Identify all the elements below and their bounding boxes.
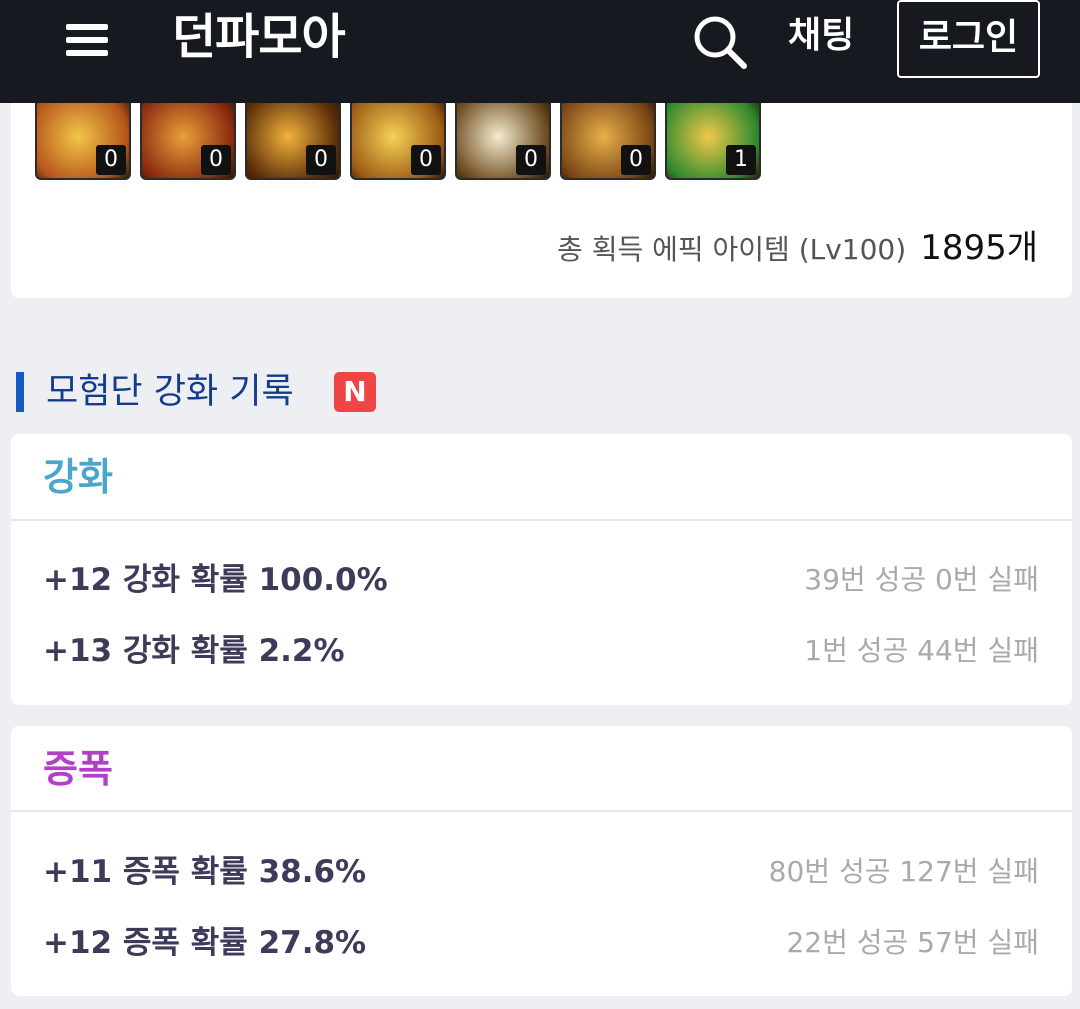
record-row: +11 증폭 확률 38.6% 80번 성공 127번 실패 bbox=[43, 848, 1039, 896]
epic-item-count: 0 bbox=[516, 145, 546, 175]
record-stats: 39번 성공 0번 실패 bbox=[804, 563, 1039, 596]
epic-total-label: 총 획득 에픽 아이템 (Lv100) bbox=[557, 233, 907, 266]
card-divider bbox=[11, 810, 1072, 812]
epic-total-value: 1895개 bbox=[920, 228, 1038, 268]
enhance-record-card: 강화 +12 강화 확률 100.0% 39번 성공 0번 실패 +13 강화 … bbox=[11, 434, 1072, 705]
amplify-record-card: 증폭 +11 증폭 확률 38.6% 80번 성공 127번 실패 +12 증폭… bbox=[11, 726, 1072, 996]
enhance-card-title: 강화 bbox=[43, 455, 113, 499]
new-badge: N bbox=[334, 372, 376, 412]
epic-item-slot[interactable]: 0 bbox=[455, 103, 551, 180]
section-title: 모험단 강화 기록 bbox=[46, 372, 294, 412]
record-stats: 1번 성공 44번 실패 bbox=[804, 634, 1039, 667]
epic-item-slot[interactable]: 1 bbox=[665, 103, 761, 180]
epic-item-count: 1 bbox=[726, 145, 756, 175]
epic-item-count: 0 bbox=[96, 145, 126, 175]
search-icon[interactable] bbox=[690, 12, 748, 70]
record-label: +12 강화 확률 100.0% bbox=[43, 562, 388, 598]
record-row: +12 증폭 확률 27.8% 22번 성공 57번 실패 bbox=[43, 919, 1039, 967]
chat-link[interactable]: 채팅 bbox=[788, 10, 854, 62]
record-label: +11 증폭 확률 38.6% bbox=[43, 854, 367, 890]
hamburger-menu-icon[interactable] bbox=[66, 22, 110, 58]
card-divider bbox=[11, 519, 1072, 521]
epic-item-slot[interactable]: 0 bbox=[35, 103, 131, 180]
section-accent-bar bbox=[16, 372, 24, 412]
amplify-card-title: 증폭 bbox=[43, 747, 113, 791]
record-row: +12 강화 확률 100.0% 39번 성공 0번 실패 bbox=[43, 556, 1039, 604]
record-label: +13 강화 확률 2.2% bbox=[43, 633, 345, 669]
epic-item-count: 0 bbox=[201, 145, 231, 175]
epic-item-slot[interactable]: 0 bbox=[560, 103, 656, 180]
record-label: +12 증폭 확률 27.8% bbox=[43, 925, 367, 961]
top-navigation-bar: 던파모아 채팅 로그인 bbox=[0, 0, 1080, 103]
epic-item-slot[interactable]: 0 bbox=[245, 103, 341, 180]
epic-item-count: 0 bbox=[411, 145, 441, 175]
login-button[interactable]: 로그인 bbox=[897, 0, 1040, 78]
record-row: +13 강화 확률 2.2% 1번 성공 44번 실패 bbox=[43, 627, 1039, 675]
epic-total: 총 획득 에픽 아이템 (Lv100) 1895개 bbox=[557, 223, 1038, 279]
site-title[interactable]: 던파모아 bbox=[172, 6, 346, 68]
epic-item-slot[interactable]: 0 bbox=[350, 103, 446, 180]
epic-item-slot[interactable]: 0 bbox=[140, 103, 236, 180]
epic-item-count: 0 bbox=[306, 145, 336, 175]
epic-item-count: 0 bbox=[621, 145, 651, 175]
record-stats: 22번 성공 57번 실패 bbox=[786, 926, 1039, 959]
record-stats: 80번 성공 127번 실패 bbox=[768, 855, 1039, 888]
epic-summary-card: 0 0 0 0 0 0 1 총 획득 에픽 아이템 (Lv100) 1895개 bbox=[11, 103, 1072, 298]
